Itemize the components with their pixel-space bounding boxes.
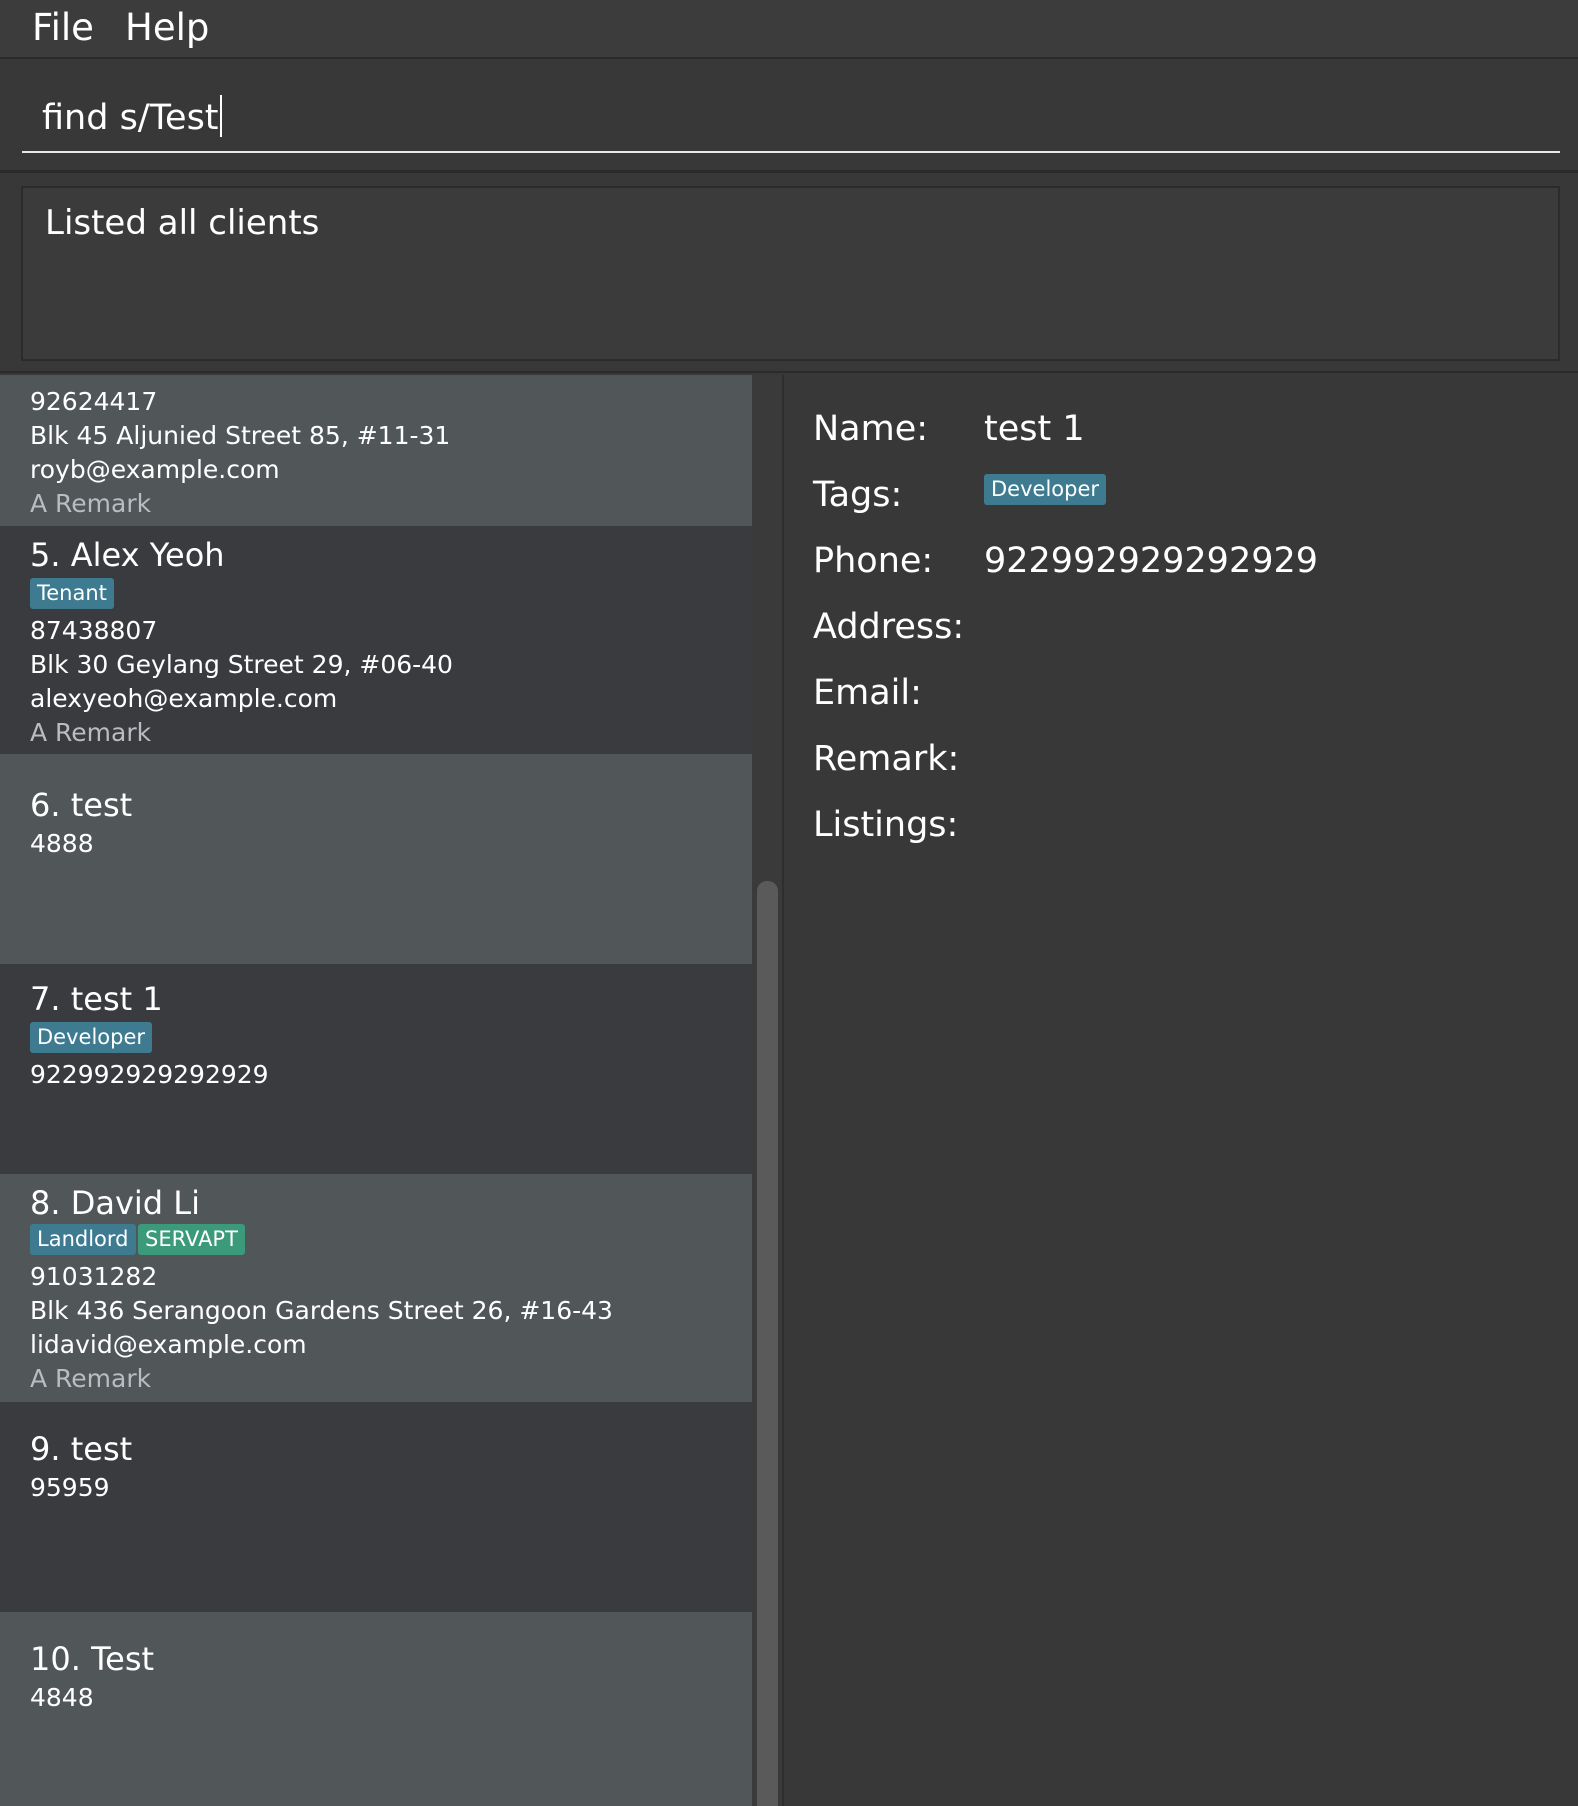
client-address: Blk 436 Serangoon Gardens Street 26, #16… xyxy=(30,1296,613,1325)
detail-email-label: Email: xyxy=(813,673,922,713)
client-phone: 91031282 xyxy=(30,1262,158,1291)
detail-tag: Developer xyxy=(984,474,1107,505)
client-tag: Landlord xyxy=(30,1224,136,1255)
detail-name-value: test 1 xyxy=(984,409,1085,449)
client-card[interactable]: 6. test 4888 xyxy=(0,754,752,964)
client-name: 7. test 1 xyxy=(30,980,163,1018)
client-card[interactable]: 9. test 95959 xyxy=(0,1402,752,1612)
client-card[interactable]: 92624417 Blk 45 Aljunied Street 85, #11-… xyxy=(0,375,752,526)
command-area: find s/Test xyxy=(0,60,1578,173)
client-tag: SERVAPT xyxy=(138,1224,245,1255)
client-card[interactable]: 7. test 1 Developer 922992929292929 xyxy=(0,964,752,1174)
client-list[interactable]: 92624417 Blk 45 Aljunied Street 85, #11-… xyxy=(0,375,752,1806)
client-name: 9. test xyxy=(30,1430,133,1468)
client-phone: 95959 xyxy=(30,1473,110,1502)
client-remark: A Remark xyxy=(30,1364,152,1393)
client-remark: A Remark xyxy=(30,489,152,518)
command-text: find s/Test xyxy=(42,98,219,138)
client-phone: 922992929292929 xyxy=(30,1060,269,1089)
client-card[interactable]: 8. David Li Landlord SERVAPT 91031282 Bl… xyxy=(0,1174,752,1402)
detail-name-label: Name: xyxy=(813,409,929,449)
menu-file[interactable]: File xyxy=(32,6,94,49)
client-email: alexyeoh@example.com xyxy=(30,684,338,713)
client-phone: 4888 xyxy=(30,829,94,858)
client-card[interactable]: 5. Alex Yeoh Tenant 87438807 Blk 30 Geyl… xyxy=(0,526,752,754)
detail-phone-label: Phone: xyxy=(813,541,934,581)
detail-address-label: Address: xyxy=(813,607,965,647)
client-address: Blk 45 Aljunied Street 85, #11-31 xyxy=(30,421,451,450)
client-tag: Tenant xyxy=(30,578,114,609)
detail-listings-label: Listings: xyxy=(813,805,959,845)
client-name: 8. David Li xyxy=(30,1184,200,1222)
client-name: 10. Test xyxy=(30,1640,155,1678)
result-message: Listed all clients xyxy=(45,203,320,243)
detail-tags-label: Tags: xyxy=(813,475,903,515)
client-remark: A Remark xyxy=(30,718,152,747)
client-detail-panel: Name: test 1 Tags: Developer Phone: 9229… xyxy=(784,375,1578,1806)
client-email: lidavid@example.com xyxy=(30,1330,307,1359)
client-name: 6. test xyxy=(30,786,133,824)
menu-bar: File Help xyxy=(0,0,1578,59)
list-scrollbar-thumb[interactable] xyxy=(757,881,778,1806)
result-area: Listed all clients xyxy=(0,176,1578,373)
client-phone: 92624417 xyxy=(30,387,158,416)
text-caret xyxy=(219,95,222,137)
client-address: Blk 30 Geylang Street 29, #06-40 xyxy=(30,650,453,679)
menu-help[interactable]: Help xyxy=(125,6,209,49)
client-phone: 4848 xyxy=(30,1683,94,1712)
client-email: royb@example.com xyxy=(30,455,280,484)
client-phone: 87438807 xyxy=(30,616,158,645)
client-card[interactable]: 10. Test 4848 xyxy=(0,1612,752,1806)
client-name: 5. Alex Yeoh xyxy=(30,536,225,574)
detail-remark-label: Remark: xyxy=(813,739,960,779)
command-input[interactable]: find s/Test xyxy=(22,90,1560,153)
detail-phone-value: 922992929292929 xyxy=(984,541,1319,581)
client-tag: Developer xyxy=(30,1022,153,1053)
result-display: Listed all clients xyxy=(21,186,1560,361)
